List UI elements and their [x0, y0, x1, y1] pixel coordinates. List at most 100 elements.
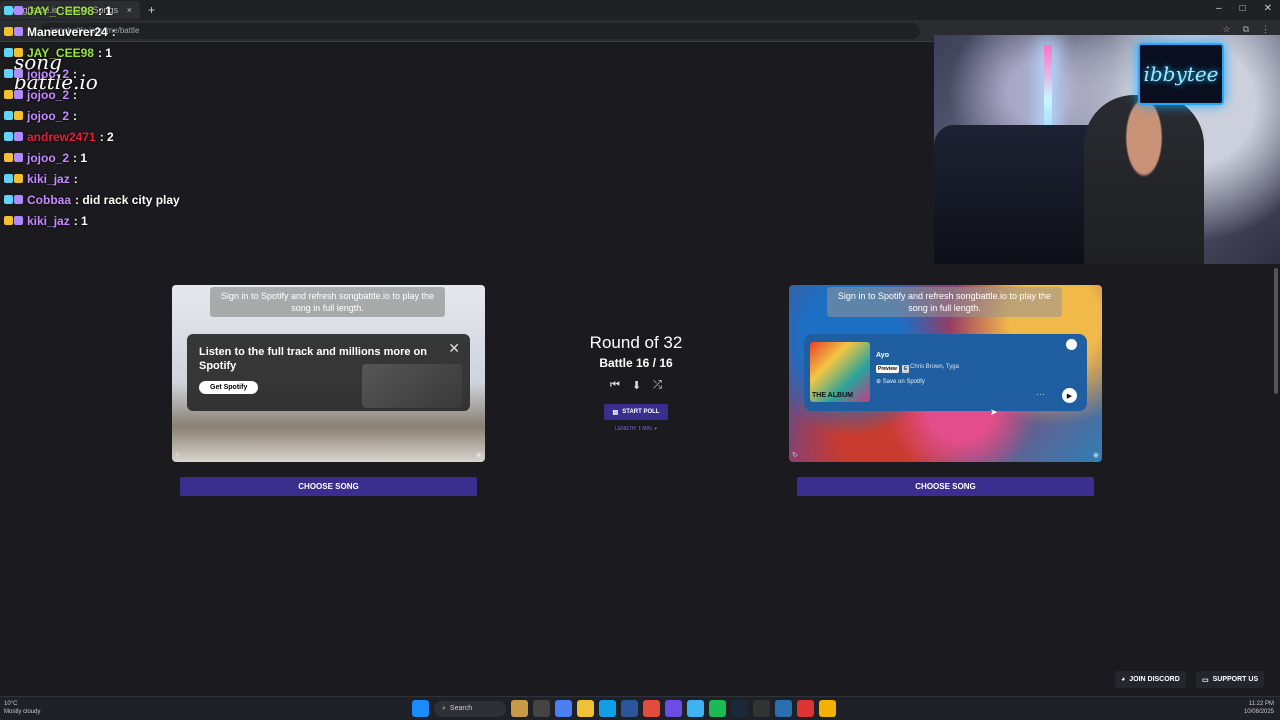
shuffle-icon[interactable]: ⤮: [653, 379, 662, 392]
chat-badges: [4, 48, 23, 57]
badge-icon: [14, 27, 23, 36]
chat-username[interactable]: kiki_jaz: [27, 172, 70, 186]
chat-badges: [4, 174, 23, 183]
battle-info: Round of 32 Battle 16 / 16 ⏮ ⬇ ⤮ ▤ START…: [560, 333, 712, 432]
more-icon[interactable]: ···: [1036, 389, 1045, 399]
save-on-spotify[interactable]: ⊕ Save on Spotify: [876, 378, 925, 385]
task-view-icon[interactable]: [533, 700, 550, 717]
file-explorer-icon[interactable]: [577, 700, 594, 717]
chat-message: jojoo_2:: [4, 84, 304, 105]
widgets-icon[interactable]: [511, 700, 528, 717]
stream-chat-overlay: JAY_CEE98: 1 Maneuverer24: JAY_CEE98: 1 joj…: [4, 0, 304, 231]
chat-message: JAY_CEE98: 1: [4, 42, 304, 63]
chat-username[interactable]: andrew2471: [27, 130, 96, 144]
chat-username[interactable]: jojoo_2: [27, 67, 69, 81]
get-spotify-button[interactable]: Get Spotify: [199, 381, 259, 394]
hide-icon[interactable]: ◉: [476, 451, 482, 459]
badge-icon: [4, 6, 13, 15]
chat-text: :: [73, 108, 78, 123]
browser-toolbar: ☆ ⧉ ⋮: [1222, 24, 1270, 35]
badge-icon: [14, 6, 23, 15]
menu-icon[interactable]: ⋮: [1261, 24, 1270, 35]
previous-icon[interactable]: ⏮: [610, 379, 620, 392]
chat-username[interactable]: kiki_jaz: [27, 214, 70, 228]
badge-icon: [14, 153, 23, 162]
chat-username[interactable]: Cobbaa: [27, 193, 71, 207]
streamer: [1084, 95, 1204, 264]
chat-username[interactable]: jojoo_2: [27, 109, 69, 123]
close-icon[interactable]: ✕: [448, 340, 460, 357]
badge-icon: [14, 132, 23, 141]
taskbar-apps: ⌕ Search: [412, 700, 836, 717]
extensions-icon[interactable]: ⧉: [1243, 24, 1249, 35]
spotify-embed: THE ALBUM Ayo Preview E Chris Brown, Tyg…: [804, 334, 1087, 411]
spotify-app-icon[interactable]: [709, 700, 726, 717]
maximize-button[interactable]: □: [1240, 3, 1246, 14]
brave-icon[interactable]: [643, 700, 660, 717]
taskbar-search[interactable]: ⌕ Search: [434, 700, 506, 717]
chat-text: :: [111, 24, 116, 39]
webcam-feed: ibbytee: [934, 35, 1280, 264]
close-window-button[interactable]: ✕: [1264, 3, 1272, 14]
badge-icon: [4, 27, 13, 36]
chat-message: kiki_jaz: 1: [4, 210, 304, 231]
download-icon[interactable]: ⬇: [632, 379, 641, 392]
start-poll-button[interactable]: ▤ START POLL: [604, 404, 668, 420]
chat-message: kiki_jaz:: [4, 168, 304, 189]
badge-icon: [14, 69, 23, 78]
badge-icon: [4, 174, 13, 183]
refresh-icon[interactable]: ↻: [792, 451, 798, 459]
album-art: THE ALBUM: [810, 342, 870, 402]
store-icon[interactable]: [621, 700, 638, 717]
chat-text: : 1: [97, 45, 112, 60]
star-icon[interactable]: ☆: [1222, 24, 1230, 35]
length-select[interactable]: LENGTH: 1 MIN. ▾: [560, 426, 712, 432]
track-title[interactable]: Ayo: [876, 352, 889, 359]
chat-message: jojoo_2: 1: [4, 147, 304, 168]
chrome-icon[interactable]: [819, 700, 836, 717]
start-icon[interactable]: [412, 700, 429, 717]
chat-badges: [4, 153, 23, 162]
app-icon[interactable]: [797, 700, 814, 717]
mouse-cursor-icon: ➤: [990, 407, 998, 417]
chat-text: :: [73, 66, 78, 81]
system-tray-clock[interactable]: 11:22 PM 10/08/2025: [1244, 700, 1274, 716]
weather-widget[interactable]: 10°C Mostly cloudy: [4, 700, 40, 716]
hide-icon[interactable]: ◉: [1093, 451, 1099, 459]
track-artists[interactable]: Chris Brown, Tyga: [910, 364, 959, 370]
badge-icon: [4, 153, 13, 162]
chat-username[interactable]: Maneuverer24: [27, 25, 108, 39]
page-scrollbar[interactable]: [1274, 268, 1278, 394]
choose-song-right-button[interactable]: CHOOSE SONG: [797, 477, 1094, 496]
chat-message: jojoo_2:: [4, 63, 304, 84]
discord-app-icon[interactable]: [665, 700, 682, 717]
terminal-icon[interactable]: [753, 700, 770, 717]
badge-icon: [14, 195, 23, 204]
explicit-badge: E: [902, 365, 910, 373]
chat-badges: [4, 69, 23, 78]
chat-text: : 1: [73, 213, 88, 228]
minimize-button[interactable]: –: [1216, 3, 1222, 14]
chat-username[interactable]: JAY_CEE98: [27, 46, 94, 60]
support-us-button[interactable]: ▭ SUPPORT US: [1196, 671, 1265, 688]
edge-icon[interactable]: [599, 700, 616, 717]
chat-badges: [4, 111, 23, 120]
spotify-icon[interactable]: [1066, 339, 1077, 350]
choose-song-left-button[interactable]: CHOOSE SONG: [180, 477, 477, 496]
poll-icon: ▤: [612, 409, 619, 416]
steam-icon[interactable]: [731, 700, 748, 717]
chat-message: jojoo_2:: [4, 105, 304, 126]
app-icon[interactable]: [687, 700, 704, 717]
discord-icon: ◕: [1121, 676, 1126, 683]
chat-username[interactable]: jojoo_2: [27, 151, 69, 165]
app-icon[interactable]: [775, 700, 792, 717]
chat-username[interactable]: jojoo_2: [27, 88, 69, 102]
copilot-icon[interactable]: [555, 700, 572, 717]
chat-username[interactable]: JAY_CEE98: [27, 4, 94, 18]
refresh-icon[interactable]: ↻: [175, 451, 181, 459]
search-icon: ⌕: [442, 704, 446, 712]
play-button[interactable]: ▶: [1062, 388, 1077, 403]
join-discord-button[interactable]: ◕ JOIN DISCORD: [1115, 671, 1186, 688]
signin-notice: Sign in to Spotify and refresh songbattl…: [827, 287, 1062, 317]
badge-icon: [14, 174, 23, 183]
